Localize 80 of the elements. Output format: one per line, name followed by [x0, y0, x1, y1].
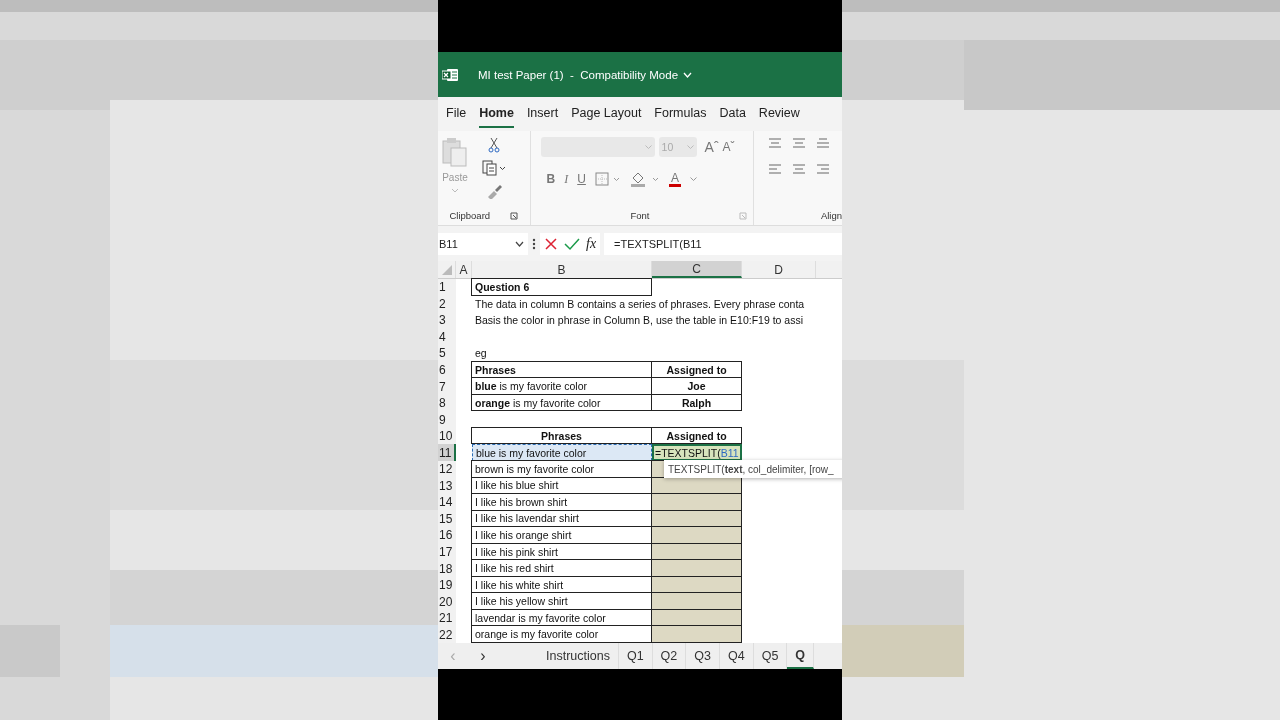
ribbon-tab[interactable]: Home — [479, 100, 514, 128]
borders-icon[interactable] — [594, 172, 621, 186]
select-all-icon[interactable] — [440, 263, 453, 276]
group-label: Clipboard — [449, 210, 491, 221]
align-bottom-icon[interactable] — [816, 137, 831, 149]
row-header[interactable]: 5 — [438, 345, 456, 362]
table-cell: Phrases — [471, 426, 652, 445]
align-center-icon[interactable] — [792, 163, 807, 175]
row-header[interactable]: 16 — [438, 527, 456, 544]
row-header[interactable]: 11 — [438, 444, 456, 461]
sheet-tab[interactable]: Q1 — [618, 643, 653, 669]
ribbon-tab[interactable]: Insert — [526, 100, 559, 128]
table-cell-text: eg — [474, 346, 488, 362]
align-top-icon[interactable] — [768, 137, 783, 149]
function-tooltip: TEXTSPLIT(text, col_delimiter, [row_ — [664, 460, 842, 478]
dialog-launcher-icon[interactable] — [510, 211, 519, 220]
shrink-font-button[interactable]: Aˇ — [722, 140, 735, 154]
sheet-tab[interactable]: Q4 — [720, 643, 754, 669]
clipboard-icon — [442, 137, 468, 167]
ribbon-tab[interactable]: Page Layout — [571, 100, 642, 128]
font-color-button[interactable]: A — [668, 171, 681, 187]
align-middle-icon[interactable] — [792, 137, 807, 149]
paste-label: Paste — [442, 172, 468, 183]
window-title: MI test Paper (1) - Compatibility Mode — [478, 68, 679, 81]
excel-icon — [442, 67, 458, 82]
align-right-icon[interactable] — [816, 163, 831, 175]
chevron-down-icon — [515, 240, 524, 247]
row-header[interactable]: 12 — [438, 461, 456, 478]
row-header[interactable]: 3 — [438, 312, 456, 329]
table-cell: Ralph — [651, 393, 742, 412]
row-header[interactable]: 20 — [438, 593, 456, 610]
table-cell-text: Basis the color in phrase in Column B, use the table in E10:F19 to assi — [474, 313, 804, 329]
group-label: Font — [630, 210, 650, 221]
ribbon-tab[interactable]: Formulas — [654, 100, 707, 128]
row-header[interactable]: 7 — [438, 378, 456, 395]
sheet-tab[interactable]: Q3 — [686, 643, 720, 669]
row-header[interactable]: 1 — [438, 279, 456, 296]
sheet-tab[interactable]: Q — [787, 643, 815, 669]
table-cell: Assigned to — [651, 426, 742, 445]
sheet-tab[interactable]: Instructions — [538, 643, 619, 669]
chevron-down-icon — [689, 177, 697, 181]
row-header[interactable]: 9 — [438, 411, 456, 428]
table-cell: orange is my favorite color — [471, 625, 652, 643]
chevron-down-icon — [451, 188, 459, 193]
scissors-icon[interactable] — [488, 137, 500, 153]
grow-font-button[interactable]: Aˆ — [704, 139, 719, 155]
table-cell: orange is my favorite color — [471, 393, 652, 412]
row-header[interactable]: 14 — [438, 494, 456, 511]
fill-color-icon[interactable] — [629, 171, 660, 187]
row-header[interactable]: 22 — [438, 626, 456, 643]
table-cell: Question 6 — [471, 278, 652, 296]
underline-button[interactable]: U — [577, 172, 586, 186]
close-icon[interactable] — [544, 236, 558, 251]
copy-icon[interactable] — [482, 160, 506, 176]
ribbon-tab[interactable]: File — [446, 100, 467, 128]
align-left-icon[interactable] — [768, 163, 783, 175]
insert-function-button[interactable]: fx — [586, 235, 597, 252]
chevron-down-icon — [686, 145, 694, 149]
chevron-down-icon — [644, 145, 652, 149]
chevron-down-icon[interactable] — [683, 71, 693, 78]
name-box[interactable]: B11 — [438, 232, 528, 255]
table-cell: Assigned to — [651, 360, 742, 379]
more-options-icon[interactable] — [532, 237, 536, 250]
sheet-tab[interactable]: Q2 — [652, 643, 687, 669]
next-sheet-button[interactable]: › — [468, 647, 498, 665]
column-header[interactable]: D — [742, 261, 816, 278]
ribbon-tab[interactable]: Review — [758, 100, 800, 128]
sheet-tab[interactable]: Q5 — [753, 643, 788, 669]
table-cell: Phrases — [471, 360, 652, 379]
bold-button[interactable]: B — [546, 172, 556, 186]
italic-button[interactable]: I — [564, 171, 569, 187]
column-header[interactable]: A — [456, 261, 472, 278]
group-label: Align — [820, 210, 842, 221]
formula-field[interactable]: =TEXTSPLIT(B11 — [604, 232, 842, 255]
table-cell-text: The data in column B contains a series of phrases. Every phrase conta — [474, 296, 806, 312]
column-header[interactable]: C — [652, 261, 742, 278]
checkmark-icon[interactable] — [564, 236, 580, 251]
ribbon-tab[interactable]: Data — [719, 100, 746, 128]
paintbrush-icon[interactable] — [486, 183, 502, 199]
row-header[interactable]: 18 — [438, 560, 456, 577]
